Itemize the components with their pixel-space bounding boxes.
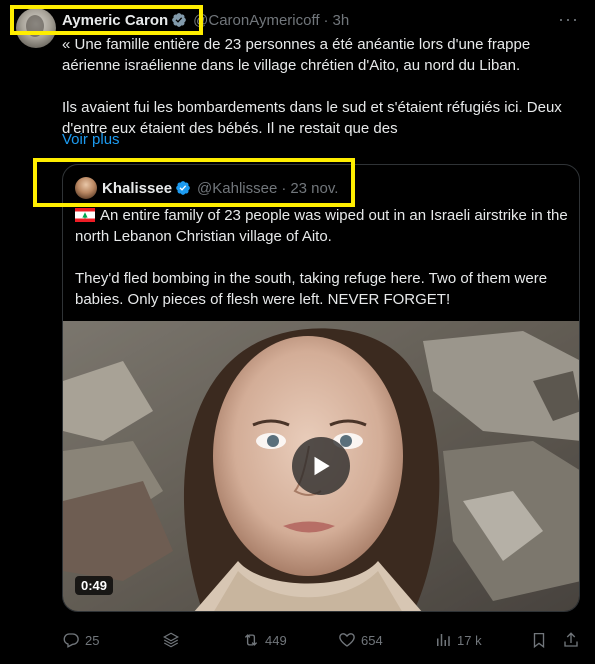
grok-icon <box>163 632 179 648</box>
reply-count: 25 <box>85 632 100 648</box>
reply-icon <box>63 633 79 648</box>
quoted-author-name: Khalissee <box>102 179 173 197</box>
tweet-text: « Une famille entière de 23 personnes a … <box>62 34 590 139</box>
lebanon-flag-icon <box>75 208 95 222</box>
repost-button[interactable]: 449 <box>242 626 287 654</box>
tweet-action-bar: 25 449 654 17 k <box>62 626 582 654</box>
views-icon <box>437 634 450 646</box>
repost-count: 449 <box>265 632 287 648</box>
tweet-text-paragraph-1: « Une famille entière de 23 personnes a … <box>62 36 531 74</box>
separator-dot: · <box>281 179 287 197</box>
quoted-author-handle: @Kahlissee <box>197 179 278 197</box>
video-duration: 0:49 <box>75 576 114 595</box>
repost-icon <box>244 634 258 646</box>
author-avatar[interactable] <box>16 8 56 48</box>
like-icon <box>339 633 355 647</box>
reply-button[interactable]: 25 <box>62 626 99 654</box>
author-handle[interactable]: @CaronAymericoff <box>193 12 319 29</box>
quoted-text-content-1: An entire family of 23 people was wiped … <box>75 207 568 245</box>
grok-button[interactable] <box>162 626 180 654</box>
more-icon[interactable]: ··· <box>558 10 579 28</box>
bookmark-icon <box>533 632 545 649</box>
views-button[interactable]: 17 k <box>434 626 482 654</box>
quoted-author-avatar <box>75 177 97 199</box>
quoted-tweet-header: Khalissee @Kahlissee · 23 nov. <box>75 177 338 199</box>
tweet-header: Aymeric Caron @CaronAymericoff · 3h <box>62 10 349 30</box>
share-button[interactable] <box>562 626 580 654</box>
play-button[interactable] <box>292 437 350 495</box>
tweet-text-paragraph-2: Ils avaient fui les bombardements dans l… <box>62 99 562 137</box>
verified-badge-icon <box>175 180 191 196</box>
bookmark-button[interactable] <box>530 626 548 654</box>
quoted-tweet[interactable]: Khalissee @Kahlissee · 23 nov. An entire… <box>62 164 580 612</box>
see-more-link[interactable]: Voir plus <box>62 131 120 148</box>
views-count: 17 k <box>457 632 482 648</box>
author-name[interactable]: Aymeric Caron <box>62 12 168 29</box>
tweet-time[interactable]: 3h <box>333 12 350 29</box>
quoted-text-paragraph-1: An entire family of 23 people was wiped … <box>75 205 575 247</box>
play-icon <box>314 456 330 476</box>
share-icon <box>564 632 578 647</box>
quoted-tweet-text: An entire family of 23 people was wiped … <box>75 205 575 310</box>
quoted-tweet-date: 23 nov. <box>290 179 339 197</box>
quoted-text-paragraph-2: They'd fled bombing in the south, taking… <box>75 270 548 308</box>
separator-dot: · <box>323 11 329 29</box>
like-count: 654 <box>361 632 383 648</box>
verified-badge-icon[interactable] <box>171 12 187 28</box>
video-player[interactable]: 0:49 <box>63 321 579 611</box>
like-button[interactable]: 654 <box>338 626 383 654</box>
